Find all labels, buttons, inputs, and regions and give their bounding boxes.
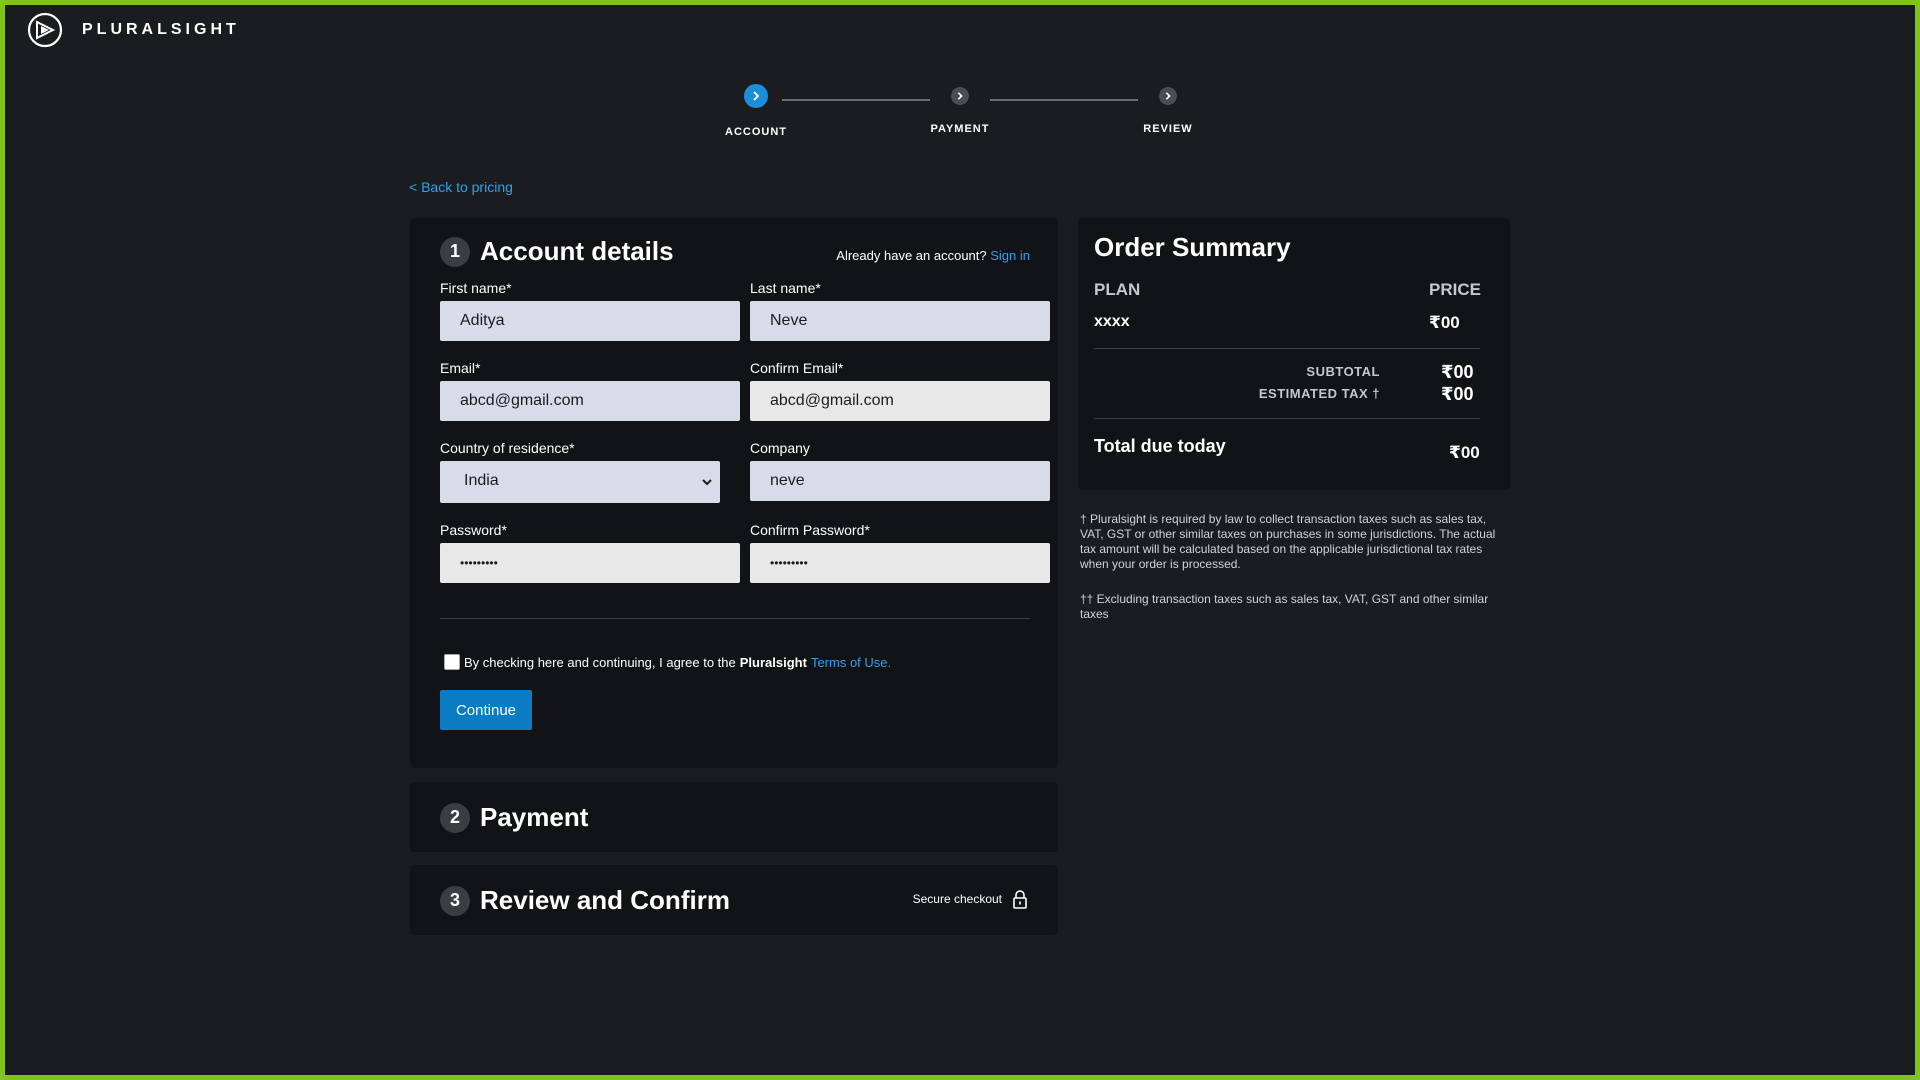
- first-name-input[interactable]: [440, 301, 740, 341]
- first-name-field: First name*: [440, 280, 740, 341]
- plan-name: xxxx: [1094, 313, 1130, 330]
- subtotal-value: ₹00: [1441, 362, 1474, 382]
- field-label: First name*: [440, 280, 512, 296]
- field-label: Confirm Email*: [750, 360, 844, 376]
- section-number-badge: 2: [440, 802, 470, 833]
- last-name-field: Last name*: [750, 280, 1050, 341]
- country-select-value: India: [464, 472, 499, 489]
- brand-logo[interactable]: PLURALSIGHT: [22, 12, 240, 48]
- company-field: Company: [750, 440, 1050, 501]
- account-details-card: 1 Account details Already have an accoun…: [410, 218, 1058, 768]
- chevron-right-icon: [957, 92, 963, 100]
- signin-prompt-text: Already have an account?: [836, 248, 987, 263]
- continue-button[interactable]: Continue: [440, 690, 532, 730]
- summary-divider: [1094, 418, 1480, 419]
- password-field: Password*: [440, 522, 740, 583]
- last-name-input[interactable]: [750, 301, 1050, 341]
- account-section-header: 1 Account details: [440, 236, 674, 267]
- order-summary-card: Order Summary PLAN PRICE xxxx ₹00 SUBTOT…: [1078, 218, 1510, 490]
- step-payment-indicator: [951, 87, 969, 105]
- section-title: Payment: [480, 802, 589, 832]
- payment-section-header: 2 Payment: [440, 802, 588, 833]
- plan-column-header: PLAN: [1094, 280, 1141, 299]
- lock-icon: [1013, 890, 1027, 909]
- email-field: Email*: [440, 360, 740, 421]
- sign-in-link[interactable]: Sign in: [990, 248, 1030, 263]
- subtotal-label: SUBTOTAL: [1306, 364, 1380, 379]
- terms-of-use-link[interactable]: Terms of Use.: [811, 655, 891, 670]
- secure-checkout-label: Secure checkout: [912, 892, 1002, 906]
- estimated-tax-label: ESTIMATED TAX †: [1258, 386, 1380, 401]
- step-connector: [990, 99, 1138, 101]
- chevron-right-icon: [753, 91, 760, 101]
- section-number-badge: 1: [440, 236, 470, 267]
- chevron-down-icon: [702, 479, 712, 486]
- field-label: Last name*: [750, 280, 821, 296]
- step-connector: [782, 99, 930, 101]
- checkout-stepper: ACCOUNT PAYMENT REVIEW: [700, 84, 1220, 144]
- chevron-right-icon: [1165, 92, 1171, 100]
- country-select[interactable]: India: [440, 461, 720, 503]
- terms-checkbox[interactable]: [444, 654, 460, 670]
- email-input[interactable]: [440, 381, 740, 421]
- step-label-payment: PAYMENT: [930, 123, 990, 135]
- back-to-pricing-link[interactable]: < Back to pricing: [409, 179, 513, 195]
- field-label: Email*: [440, 360, 481, 376]
- pluralsight-logo-icon: [27, 12, 63, 48]
- step-account-indicator: [744, 84, 768, 108]
- review-card[interactable]: 3 Review and Confirm Secure checkout: [410, 865, 1058, 935]
- confirm-password-input[interactable]: [750, 543, 1050, 583]
- step-review-indicator: [1159, 87, 1177, 105]
- order-summary-title: Order Summary: [1094, 232, 1291, 262]
- payment-card[interactable]: 2 Payment: [410, 782, 1058, 852]
- field-label: Confirm Password*: [750, 522, 870, 538]
- total-due-value: ₹00: [1449, 443, 1480, 462]
- field-label: Password*: [440, 522, 507, 538]
- exclusion-footnote: †† Excluding transaction taxes such as s…: [1080, 592, 1489, 621]
- brand-name: PLURALSIGHT: [82, 21, 240, 38]
- section-title: Account details: [480, 236, 674, 266]
- secure-checkout: Secure checkout: [913, 889, 1028, 909]
- section-number-badge: 3: [440, 885, 470, 916]
- tax-footnote: † Pluralsight is required by law to coll…: [1080, 512, 1496, 571]
- field-label: Company: [750, 440, 810, 456]
- signin-prompt: Already have an account? Sign in: [836, 248, 1030, 263]
- review-section-header: 3 Review and Confirm: [440, 885, 730, 916]
- company-input[interactable]: [750, 461, 1050, 501]
- confirm-email-field: Confirm Email*: [750, 360, 1050, 421]
- section-title: Review and Confirm: [480, 885, 730, 915]
- confirm-password-field: Confirm Password*: [750, 522, 1050, 583]
- terms-text: By checking here and continuing, I agree…: [464, 654, 736, 670]
- field-label: Country of residence*: [440, 440, 575, 456]
- summary-divider: [1094, 348, 1480, 349]
- password-input[interactable]: [440, 543, 740, 583]
- total-due-label: Total due today: [1094, 436, 1226, 456]
- form-divider: [440, 618, 1030, 619]
- price-column-header: PRICE: [1429, 280, 1481, 299]
- step-label-account: ACCOUNT: [725, 126, 787, 138]
- step-label-review: REVIEW: [1143, 123, 1193, 135]
- estimated-tax-value: ₹00: [1441, 384, 1474, 404]
- confirm-email-input[interactable]: [750, 381, 1050, 421]
- terms-agreement: By checking here and continuing, I agree…: [444, 654, 891, 670]
- terms-brand: Pluralsight: [739, 654, 807, 670]
- plan-price: ₹00: [1429, 313, 1460, 332]
- country-field: Country of residence* India: [440, 440, 720, 503]
